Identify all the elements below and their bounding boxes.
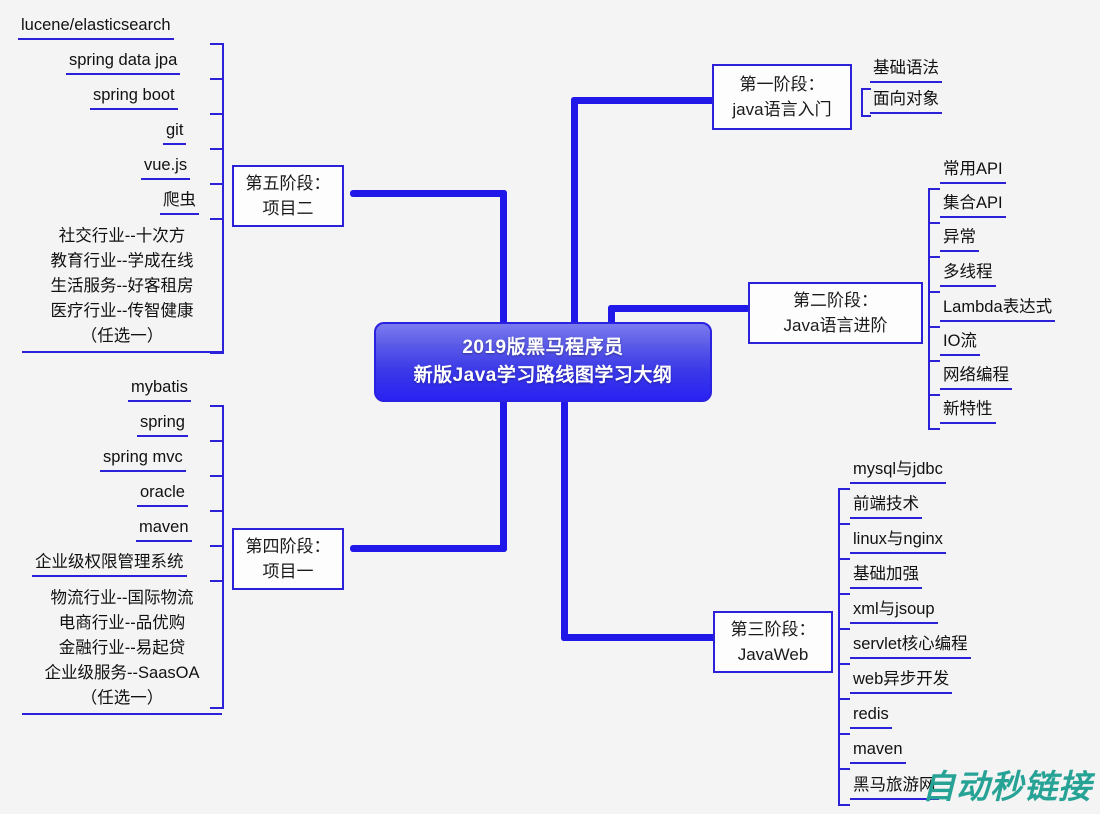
stage3-line1: 第三阶段： <box>730 620 816 639</box>
stage3-item-6[interactable]: web异步开发 <box>850 668 953 694</box>
stage1-line2: java语言入门 <box>732 100 832 119</box>
stage5-item-3[interactable]: git <box>163 119 187 145</box>
stage2-item-4[interactable]: Lambda表达式 <box>940 296 1056 322</box>
stage5-item-4[interactable]: vue.js <box>141 154 191 180</box>
stage4-item-1[interactable]: spring <box>137 411 188 437</box>
stage3-stub-9 <box>838 804 850 806</box>
stage4-stub-2 <box>210 475 224 477</box>
stage5-item-1[interactable]: spring data jpa <box>66 49 181 75</box>
stage4-stub-0 <box>210 405 224 407</box>
stage5-stub-5 <box>210 218 224 220</box>
stage2-stub-2 <box>928 256 940 258</box>
stage-box-3[interactable]: 第三阶段： JavaWeb <box>713 611 833 673</box>
stage3-item-2[interactable]: linux与nginx <box>850 528 946 554</box>
stage4-stub-5 <box>210 580 224 582</box>
stage3-stub-2 <box>838 558 850 560</box>
stage5-stub-3 <box>210 148 224 150</box>
stage5-stub-2 <box>210 113 224 115</box>
stage2-stub-1 <box>928 222 940 224</box>
stage2-stub-3 <box>928 291 940 293</box>
stage2-item-3[interactable]: 多线程 <box>940 261 996 287</box>
stage3-stub-4 <box>838 628 850 630</box>
stage1-line1: 第一阶段： <box>739 75 825 94</box>
stage3-stub-3 <box>838 593 850 595</box>
watermark: 自动秒链接 <box>922 767 1092 806</box>
root-title-line1: 2019版黑马程序员 <box>462 337 624 358</box>
stage4-line2: 项目一 <box>262 562 314 581</box>
root-title-line2: 新版Java学习路线图学习大纲 <box>413 365 673 386</box>
stage3-item-3[interactable]: 基础加强 <box>850 563 922 589</box>
stage3-item-7[interactable]: redis <box>850 703 892 729</box>
stage3-stub-5 <box>838 663 850 665</box>
stage5-stub-0 <box>210 43 224 45</box>
stage5-item-2[interactable]: spring boot <box>90 84 178 110</box>
stage-box-2[interactable]: 第二阶段： Java语言进阶 <box>748 282 923 344</box>
stage1-item-1[interactable]: 面向对象 <box>870 88 942 114</box>
stage4-stub-4 <box>210 545 224 547</box>
stage3-stub-0 <box>838 488 850 490</box>
trunk-root-to-stage3-horizontal <box>561 634 717 641</box>
stage5-item-5[interactable]: 爬虫 <box>160 189 199 215</box>
stage1-stub-1 <box>861 115 871 117</box>
stage4-stub-1 <box>210 440 224 442</box>
stage3-item-0[interactable]: mysql与jdbc <box>850 458 946 484</box>
trunk-root-to-stage3-vertical <box>561 400 568 641</box>
stage3-stub-7 <box>838 733 850 735</box>
stage2-spine <box>928 188 930 428</box>
trunk-root-to-stage1-horizontal <box>571 97 716 104</box>
stage2-stub-7 <box>928 428 940 430</box>
stage-box-4[interactable]: 第四阶段： 项目一 <box>232 528 344 590</box>
stage1-item-0[interactable]: 基础语法 <box>870 57 942 83</box>
stage3-item-4[interactable]: xml与jsoup <box>850 598 938 624</box>
stage4-item-5[interactable]: 企业级权限管理系统 <box>32 551 187 577</box>
stage-box-5[interactable]: 第五阶段： 项目二 <box>232 165 344 227</box>
stage2-item-7[interactable]: 新特性 <box>940 398 996 424</box>
stage5-stub-1 <box>210 78 224 80</box>
stage3-spine <box>838 488 840 806</box>
stage4-item-0[interactable]: mybatis <box>128 376 191 402</box>
trunk-root-to-stage5-horizontal <box>350 190 507 197</box>
stage3-item-1[interactable]: 前端技术 <box>850 493 922 519</box>
stage2-item-0[interactable]: 常用API <box>940 158 1006 184</box>
stage-box-1[interactable]: 第一阶段： java语言入门 <box>712 64 852 130</box>
trunk-root-to-stage5-vertical <box>500 190 507 330</box>
stage4-spine <box>222 405 224 709</box>
stage2-item-6[interactable]: 网络编程 <box>940 364 1012 390</box>
trunk-root-to-stage4-horizontal <box>350 545 507 552</box>
stage5-item-6[interactable]: 社交行业--十次方 教育行业--学成在线 生活服务--好客租房 医疗行业--传智… <box>22 224 222 353</box>
stage2-item-5[interactable]: IO流 <box>940 330 980 356</box>
stage2-stub-5 <box>928 360 940 362</box>
trunk-root-to-stage1-vertical <box>571 97 578 325</box>
stage5-stub-4 <box>210 183 224 185</box>
stage3-stub-1 <box>838 523 850 525</box>
stage5-item-0[interactable]: lucene/elasticsearch <box>18 14 174 40</box>
trunk-root-to-stage2-horizontal <box>608 305 750 312</box>
stage3-stub-8 <box>838 768 850 770</box>
stage5-line1: 第五阶段： <box>245 174 331 193</box>
stage4-stub-3 <box>210 510 224 512</box>
stage3-item-8[interactable]: maven <box>850 738 906 764</box>
trunk-root-to-stage4-vertical <box>500 396 507 552</box>
stage2-stub-4 <box>928 326 940 328</box>
stage5-spine <box>222 43 224 354</box>
stage2-line2: Java语言进阶 <box>783 316 888 335</box>
stage3-line2: JavaWeb <box>737 645 809 664</box>
stage3-item-5[interactable]: servlet核心编程 <box>850 633 971 659</box>
stage4-item-3[interactable]: oracle <box>137 481 188 507</box>
root-node[interactable]: 2019版黑马程序员 新版Java学习路线图学习大纲 <box>374 322 712 402</box>
stage2-stub-0 <box>928 188 940 190</box>
stage2-stub-6 <box>928 394 940 396</box>
stage2-item-2[interactable]: 异常 <box>940 226 979 252</box>
stage4-item-2[interactable]: spring mvc <box>100 446 186 472</box>
stage4-item-4[interactable]: maven <box>136 516 192 542</box>
mindmap-canvas: 2019版黑马程序员 新版Java学习路线图学习大纲 第一阶段： java语言入… <box>0 0 1100 814</box>
stage1-spine <box>861 88 863 115</box>
stage4-line1: 第四阶段： <box>245 537 331 556</box>
stage3-stub-6 <box>838 698 850 700</box>
stage5-line2: 项目二 <box>262 199 314 218</box>
stage2-item-1[interactable]: 集合API <box>940 192 1006 218</box>
stage4-item-6[interactable]: 物流行业--国际物流 电商行业--品优购 金融行业--易起贷 企业级服务--Sa… <box>22 586 222 715</box>
stage2-line1: 第二阶段： <box>793 291 878 310</box>
